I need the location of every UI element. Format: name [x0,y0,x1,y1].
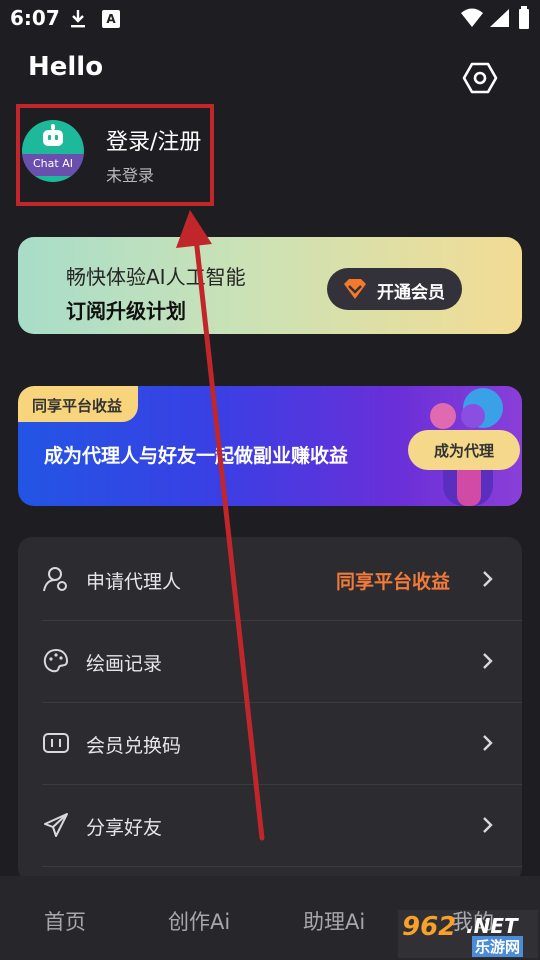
tab-create-ai[interactable]: 创作Ai [168,906,230,936]
menu-item-label: 会员兑换码 [86,735,182,757]
chevron-right-icon [483,735,493,751]
download-icon [71,10,85,28]
app-notification-icon: A [102,10,120,28]
watermark-net: .NET [466,914,518,938]
greeting-title: Hello [28,52,104,82]
battery-icon [519,6,529,29]
menu-item-share-friends[interactable]: 分享好友 [42,785,522,867]
chevron-right-icon [483,817,493,833]
watermark-site-name: 乐游网 [472,936,524,957]
menu-item-redeem-code[interactable]: 会员兑换码 [42,703,522,785]
become-agent-label: 成为代理 [433,442,494,460]
paper-plane-icon [44,813,68,837]
membership-subheadline: 订阅升级计划 [66,299,186,323]
menu-item-label: 申请代理人 [86,571,182,593]
vip-diamond-icon [344,279,366,299]
agent-person-icon [43,567,67,592]
menu-list: 申请代理人 同享平台收益 绘画记录 会员兑换码 分享好友 [18,537,522,882]
site-watermark: 962 .NET 乐游网 [398,910,538,958]
agent-banner[interactable]: 同享平台收益 成为代理人与好友一起做副业赚收益 成为代理 [18,386,522,506]
open-membership-label: 开通会员 [377,283,445,303]
menu-item-label: 绘画记录 [86,653,163,675]
profile-login[interactable]: Chat AI 登录/注册 未登录 [16,104,214,206]
tab-assistant-ai[interactable]: 助理Ai [303,906,365,936]
highlight-box [16,104,214,206]
wifi-icon [461,8,483,27]
status-bar: 6:07 A [0,0,540,38]
membership-banner[interactable]: 畅快体验AI人工智能 订阅升级计划 开通会员 [18,237,522,334]
menu-item-label: 分享好友 [86,817,163,839]
palette-icon [43,648,69,673]
watermark-number: 962 [402,912,457,942]
menu-item-apply-agent[interactable]: 申请代理人 同享平台收益 [42,539,522,621]
agent-tag: 同享平台收益 [18,386,138,422]
agent-headline: 成为代理人与好友一起做副业赚收益 [44,445,349,467]
settings-icon[interactable] [462,60,498,96]
agent-tag-label: 同享平台收益 [32,397,123,415]
chevron-right-icon [483,653,493,669]
code-card-icon [43,733,69,753]
chevron-right-icon [483,571,493,587]
open-membership-button[interactable]: 开通会员 [327,268,462,310]
status-time: 6:07 [10,6,60,30]
menu-item-promo: 同享平台收益 [336,571,451,593]
tab-home[interactable]: 首页 [44,906,86,936]
menu-item-drawing-history[interactable]: 绘画记录 [42,621,522,703]
signal-icon [490,9,509,27]
membership-headline: 畅快体验AI人工智能 [66,265,246,289]
become-agent-button[interactable]: 成为代理 [408,430,520,470]
